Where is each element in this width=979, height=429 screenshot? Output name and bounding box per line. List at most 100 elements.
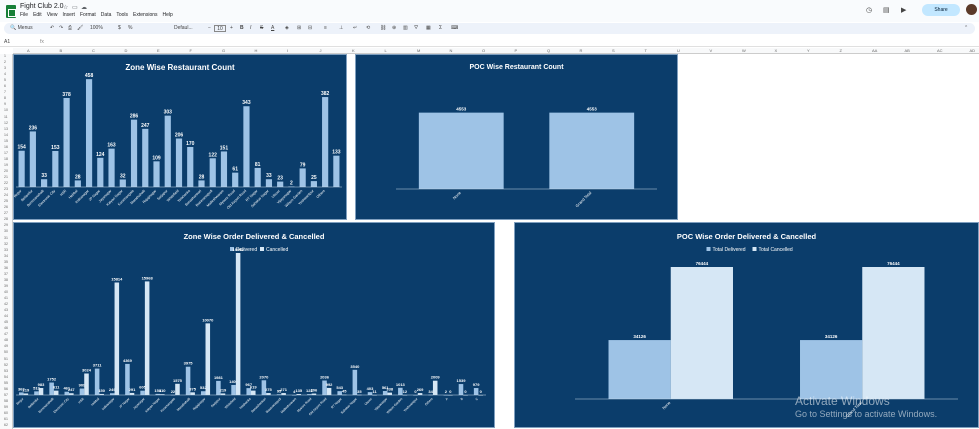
row-header[interactable]: 11 xyxy=(4,115,8,119)
row-header[interactable]: 60 xyxy=(4,411,8,415)
row-header[interactable]: 57 xyxy=(4,393,8,397)
menu-data[interactable]: Data xyxy=(101,12,112,18)
row-header[interactable]: 47 xyxy=(4,332,8,336)
row-header[interactable]: 61 xyxy=(4,417,8,421)
column-header[interactable]: E xyxy=(157,48,160,53)
row-header[interactable]: 41 xyxy=(4,296,8,300)
chart-poc-order-delivered-cancelled[interactable]: POC Wise Order Delivered & Cancelled Tota… xyxy=(514,222,979,428)
column-header[interactable]: C xyxy=(92,48,95,53)
column-header[interactable]: M xyxy=(417,48,420,53)
column-header[interactable]: O xyxy=(482,48,485,53)
column-header[interactable]: B xyxy=(60,48,63,53)
input-tools-icon[interactable]: ⌨ xyxy=(451,25,458,31)
column-header[interactable]: H xyxy=(255,48,258,53)
column-header[interactable]: N xyxy=(450,48,453,53)
column-header[interactable]: AD xyxy=(970,48,976,53)
row-header[interactable]: 23 xyxy=(4,187,8,191)
row-header[interactable]: 8 xyxy=(4,96,6,100)
row-header[interactable]: 36 xyxy=(4,266,8,270)
column-header[interactable]: W xyxy=(742,48,746,53)
row-header[interactable]: 18 xyxy=(4,157,8,161)
menu-edit[interactable]: Edit xyxy=(33,12,42,18)
row-header[interactable]: 33 xyxy=(4,248,8,252)
row-header[interactable]: 20 xyxy=(4,169,8,173)
functions-icon[interactable]: Σ xyxy=(439,25,442,31)
row-header[interactable]: 50 xyxy=(4,350,8,354)
column-header[interactable]: T xyxy=(645,48,647,53)
increase-font-size-button[interactable]: + xyxy=(230,25,233,31)
column-header[interactable]: S xyxy=(612,48,615,53)
column-header[interactable]: AB xyxy=(905,48,910,53)
row-header[interactable]: 17 xyxy=(4,151,8,155)
row-header[interactable]: 30 xyxy=(4,229,8,233)
row-header[interactable]: 56 xyxy=(4,387,8,391)
collapse-toolbar-icon[interactable]: ⌃ xyxy=(964,25,968,31)
column-header[interactable]: V xyxy=(710,48,713,53)
text-color-icon[interactable]: A xyxy=(271,25,274,31)
row-header[interactable]: 62 xyxy=(4,423,8,427)
star-icon[interactable]: ☆ xyxy=(63,4,68,11)
row-header[interactable]: 28 xyxy=(4,217,8,221)
italic-icon[interactable]: I xyxy=(250,25,251,31)
row-header[interactable]: 39 xyxy=(4,284,8,288)
sheet-grid[interactable]: Zone Wise Restaurant Count 154 236 33 153 378… xyxy=(13,54,979,429)
row-header[interactable]: 52 xyxy=(4,363,8,367)
sheets-logo-icon[interactable] xyxy=(6,5,16,18)
row-header[interactable]: 54 xyxy=(4,375,8,379)
row-header[interactable]: 1 xyxy=(4,54,6,58)
font-size-input[interactable]: 10 xyxy=(214,25,226,32)
column-header[interactable]: F xyxy=(190,48,192,53)
column-header[interactable]: Y xyxy=(807,48,810,53)
menu-format[interactable]: Format xyxy=(80,12,96,18)
wrap-icon[interactable]: ↵ xyxy=(353,25,357,31)
row-header[interactable]: 14 xyxy=(4,133,8,137)
percent-format-button[interactable]: % xyxy=(128,25,132,31)
column-header[interactable]: AA xyxy=(872,48,877,53)
menu-tools[interactable]: Tools xyxy=(116,12,128,18)
column-header[interactable]: A xyxy=(27,48,30,53)
currency-format-button[interactable]: $ xyxy=(118,25,121,31)
column-header[interactable]: D xyxy=(125,48,128,53)
row-header[interactable]: 37 xyxy=(4,272,8,276)
bold-icon[interactable]: B xyxy=(240,25,244,31)
share-button[interactable]: Share xyxy=(922,4,960,16)
rotate-icon[interactable]: ⟲ xyxy=(366,25,370,31)
decrease-font-size-button[interactable]: − xyxy=(208,25,211,31)
row-header[interactable]: 29 xyxy=(4,223,8,227)
print-icon[interactable]: ⎙ xyxy=(68,25,72,31)
paint-format-icon[interactable]: 🖌 xyxy=(77,25,83,31)
chart-zone-restaurant-count[interactable]: Zone Wise Restaurant Count 154 236 33 153 378… xyxy=(13,54,347,220)
row-header[interactable]: 5 xyxy=(4,78,6,82)
row-header[interactable]: 9 xyxy=(4,102,6,106)
history-icon[interactable]: ◷ xyxy=(866,6,872,14)
row-header[interactable]: 45 xyxy=(4,320,8,324)
row-header[interactable]: 22 xyxy=(4,181,8,185)
chart-zone-order-delivered-cancelled[interactable]: Zone Wise Order Delivered & Cancelled Del… xyxy=(13,222,495,428)
column-header[interactable]: R xyxy=(580,48,583,53)
row-header[interactable]: 44 xyxy=(4,314,8,318)
document-title[interactable]: Fight Club 2.0 xyxy=(20,3,64,10)
row-header[interactable]: 32 xyxy=(4,242,8,246)
row-header[interactable]: 6 xyxy=(4,84,6,88)
row-header[interactable]: 19 xyxy=(4,163,8,167)
row-header[interactable]: 2 xyxy=(4,60,6,64)
row-header[interactable]: 10 xyxy=(4,108,8,112)
column-header[interactable]: Q xyxy=(547,48,550,53)
filter-icon[interactable]: ⛛ xyxy=(414,25,418,31)
row-header[interactable]: 25 xyxy=(4,199,8,203)
menu-view[interactable]: View xyxy=(47,12,58,18)
row-header[interactable]: 35 xyxy=(4,260,8,264)
column-header[interactable]: K xyxy=(352,48,355,53)
row-header[interactable]: 24 xyxy=(4,193,8,197)
column-header[interactable]: U xyxy=(677,48,680,53)
align-icon[interactable]: ≡ xyxy=(324,25,327,31)
menus-search-button[interactable]: 🔍 Menus xyxy=(10,25,33,31)
row-header[interactable]: 34 xyxy=(4,254,8,258)
menu-insert[interactable]: Insert xyxy=(62,12,75,18)
valign-icon[interactable]: ⊥ xyxy=(339,25,343,31)
folder-icon[interactable]: ▭ xyxy=(72,4,78,11)
cloud-icon[interactable]: ☁ xyxy=(81,4,87,11)
font-select[interactable]: Defaul... xyxy=(174,25,193,31)
menu-extensions[interactable]: Extensions xyxy=(133,12,157,18)
menu-file[interactable]: File xyxy=(20,12,28,18)
